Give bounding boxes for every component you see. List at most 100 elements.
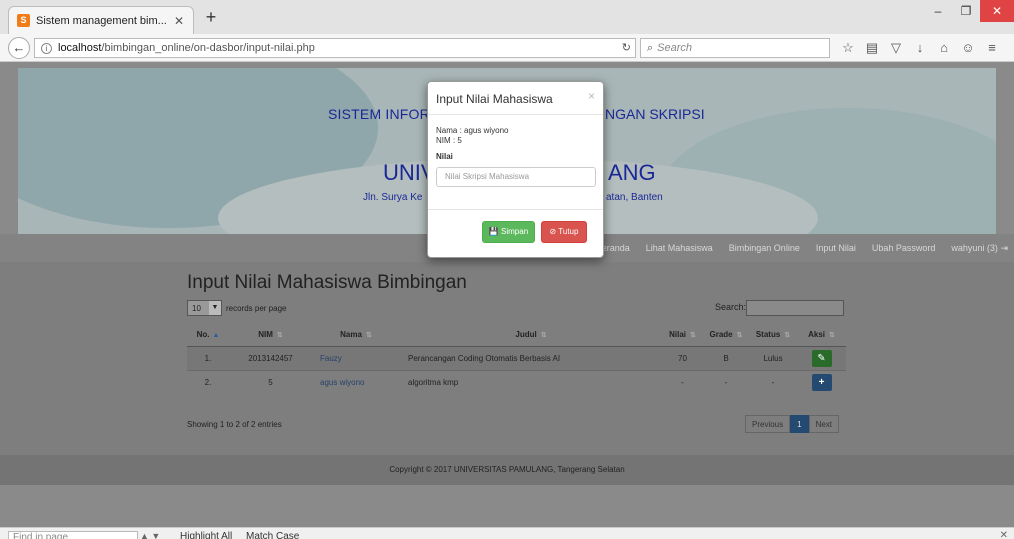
main-content: Input Nilai Mahasiswa Bimbingan 10 ▼ rec…	[0, 262, 1014, 455]
download-icon[interactable]: ↓	[908, 40, 932, 56]
cell-grade: -	[703, 369, 749, 394]
save-icon: 💾	[488, 227, 499, 236]
nilai-label: Nilai	[436, 152, 453, 161]
cell-no: 2.	[187, 369, 229, 394]
modal-close-icon[interactable]: ×	[588, 89, 595, 103]
page-title: Input Nilai Mahasiswa Bimbingan	[187, 272, 467, 293]
find-input[interactable]: Find in page	[8, 531, 138, 539]
col-status[interactable]: Status ⇅	[749, 324, 797, 347]
minimize-icon[interactable]: –	[924, 0, 952, 22]
col-nilai[interactable]: Nilai ⇅	[662, 324, 703, 347]
find-bar: Find in page ▲ ▼ Highlight All Match Cas…	[0, 527, 1014, 539]
sort-icon: ⇅	[365, 332, 372, 340]
records-select[interactable]: 10 ▼	[187, 300, 222, 316]
col-label: Aksi	[808, 330, 826, 340]
input-nilai-modal: Input Nilai Mahasiswa × Nama : agus wiyo…	[427, 81, 604, 258]
highlight-all-toggle[interactable]: Highlight All	[180, 531, 232, 539]
window-controls: – ❐ ✕	[924, 0, 1014, 22]
banner-univ-right: ANG	[608, 160, 656, 185]
nav-item-lihat-mahasiswa[interactable]: Lihat Mahasiswa	[646, 243, 713, 253]
modal-nama: Nama : agus wiyono	[436, 126, 509, 135]
toolbar-icons: ☆ ▤ ▽ ↓ ⌂ ☺ ≡	[836, 40, 1004, 56]
window-close-icon[interactable]: ✕	[980, 0, 1014, 22]
save-button[interactable]: 💾 Simpan	[482, 221, 535, 243]
table-search-input[interactable]	[746, 300, 844, 316]
banner-address-left: Jln. Surya Ke	[363, 192, 423, 203]
cell-nama: agus wiyono	[312, 369, 400, 394]
modal-header: Input Nilai Mahasiswa ×	[428, 82, 603, 115]
table-row: 2. 5 agus wiyono algoritma kmp - - - +	[187, 369, 846, 394]
sort-icon: ⇅	[784, 332, 791, 340]
modal-title: Input Nilai Mahasiswa	[436, 92, 553, 106]
home-icon[interactable]: ⌂	[932, 40, 956, 56]
match-case-toggle[interactable]: Match Case	[246, 531, 299, 539]
edit-icon[interactable]: ✎	[811, 349, 832, 367]
browser-nav-bar: ← i localhost/bimbingan_online/on-dasbor…	[0, 34, 1014, 62]
cell-nama: Fauzy	[312, 345, 400, 370]
nav-item-ubah-password[interactable]: Ubah Password	[872, 243, 936, 253]
find-arrows-icon[interactable]: ▲ ▼	[140, 531, 160, 539]
cell-judul: algoritma kmp	[400, 369, 662, 394]
ban-icon: ⊘	[549, 227, 557, 236]
browser-tab-bar: S Sistem management bim... ✕ + – ❐ ✕	[0, 0, 1014, 34]
reload-icon[interactable]: ↻	[622, 41, 631, 54]
bookmark-star-icon[interactable]: ☆	[836, 40, 860, 56]
col-grade[interactable]: Grade ⇅	[703, 324, 749, 347]
table-info: Showing 1 to 2 of 2 entries	[187, 420, 282, 429]
records-value: 10	[192, 303, 201, 313]
new-tab-button[interactable]: +	[202, 8, 220, 26]
browser-tab[interactable]: S Sistem management bim... ✕	[8, 6, 194, 34]
student-link[interactable]: Fauzy	[320, 354, 342, 363]
nav-item-user[interactable]: wahyuni (3) ⇥	[951, 243, 1008, 254]
sort-icon: ⇅	[690, 332, 696, 340]
pocket-icon[interactable]: ▽	[884, 40, 908, 56]
sort-icon: ⇅	[276, 332, 283, 340]
pager-page-1[interactable]: 1	[790, 415, 809, 433]
student-link[interactable]: agus wiyono	[320, 378, 364, 387]
col-nim[interactable]: NIM ⇅	[229, 324, 312, 347]
sort-asc-icon: ▲	[212, 332, 220, 340]
col-no[interactable]: No. ▲	[187, 324, 229, 347]
search-placeholder: Search	[657, 42, 693, 54]
col-label: Nilai	[669, 330, 687, 340]
restore-icon[interactable]: ❐	[952, 0, 980, 22]
close-label: Tutup	[558, 227, 579, 236]
cell-aksi: ✎	[797, 345, 846, 370]
col-label: Nama	[340, 330, 362, 340]
nilai-input[interactable]: Nilai Skripsi Mahasiswa	[436, 167, 596, 187]
tab-title: Sistem management bim...	[36, 14, 167, 27]
logout-icon[interactable]: ⇥	[1000, 243, 1008, 253]
reading-list-icon[interactable]: ▤	[860, 40, 884, 56]
col-nama[interactable]: Nama ⇅	[312, 324, 400, 347]
search-icon: ⌕	[647, 41, 654, 54]
banner-address-right: atan, Banten	[606, 192, 663, 203]
add-icon[interactable]: +	[811, 373, 832, 391]
find-close-icon[interactable]: ✕	[1000, 530, 1008, 539]
close-button[interactable]: ⊘ Tutup	[541, 221, 587, 243]
nav-item-bimbingan-online[interactable]: Bimbingan Online	[729, 243, 800, 253]
col-aksi[interactable]: Aksi ⇅	[797, 324, 846, 347]
url-host: localhost	[58, 42, 102, 54]
pagination: Previous 1 Next	[745, 415, 840, 433]
url-bar[interactable]: i localhost/bimbingan_online/on-dasbor/i…	[34, 38, 636, 58]
back-arrow-icon[interactable]: ←	[8, 37, 30, 59]
info-icon[interactable]: i	[41, 42, 52, 54]
tab-close-icon[interactable]: ✕	[173, 14, 185, 28]
cell-nim: 2013142457	[229, 345, 312, 370]
modal-nim: NIM : 5	[436, 136, 462, 145]
pager-next[interactable]: Next	[808, 415, 840, 433]
emoji-icon[interactable]: ☺	[956, 40, 980, 56]
table-search-label: Search:	[715, 302, 747, 312]
browser-search-input[interactable]: ⌕ Search	[640, 38, 830, 58]
cell-judul: Perancangan Coding Otomatis Berbasis AI	[400, 345, 662, 370]
col-label: NIM	[258, 330, 273, 340]
col-label: Grade	[709, 330, 733, 340]
col-label: Status	[755, 330, 781, 340]
col-judul[interactable]: Judul ⇅	[400, 324, 662, 347]
cell-nilai: 70	[662, 345, 703, 370]
pager-previous[interactable]: Previous	[745, 415, 791, 433]
menu-icon[interactable]: ≡	[980, 40, 1004, 56]
cell-aksi: +	[797, 369, 846, 394]
nav-item-input-nilai[interactable]: Input Nilai	[816, 243, 856, 253]
col-label: No.	[196, 330, 210, 340]
